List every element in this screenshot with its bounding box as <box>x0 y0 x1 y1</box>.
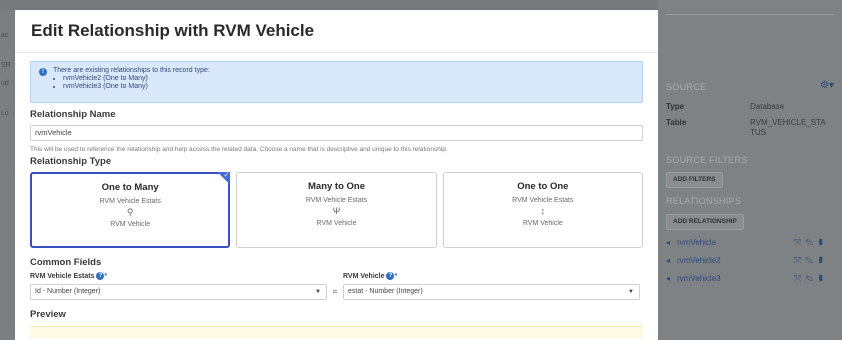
card-source-entity: RVM Vehicle Estats <box>512 197 574 204</box>
relationship-link[interactable]: ◂ rvmVehicle2 <box>666 256 721 265</box>
type-value: Database <box>750 102 785 111</box>
chevron-down-icon: ▼ <box>315 289 321 295</box>
required-star: * <box>394 273 398 280</box>
edit-relationship-modal: Edit Relationship with RVM Vehicle ! The… <box>15 10 658 340</box>
common-fields-label: Common Fields <box>30 257 102 268</box>
add-relationship-button[interactable]: ADD RELATIONSHIP <box>666 214 744 230</box>
left-strip-text: Lo <box>1 110 9 117</box>
required-star: * <box>104 273 108 280</box>
left-strip-text: ud <box>1 80 9 87</box>
relationship-actions[interactable]: ⤧✎▮ <box>794 273 828 284</box>
info-alert: ! There are existing relationships to th… <box>30 61 643 103</box>
data-source-panel: SOURCE ⚙▾ Type Database Table RVM_VEHICL… <box>658 0 842 340</box>
relationship-type-label: Relationship Type <box>30 156 112 167</box>
relationship-arrow-icon: ◂ <box>666 256 671 265</box>
alert-list: rvmVehicle2 (One to Many) rvmVehicle3 (O… <box>63 75 634 91</box>
relationship-name-label: Relationship Name <box>30 109 116 120</box>
card-title: One to Many <box>101 182 159 193</box>
left-field-select[interactable]: Id - Number (Integer) ▼ <box>30 284 327 300</box>
relationships-heading: RELATIONSHIPS <box>666 196 742 206</box>
source-filters-heading: SOURCE FILTERS <box>666 155 748 165</box>
relationship-name-input[interactable]: rvmVehicle <box>30 125 643 141</box>
relationship-type-card-one-to-many[interactable]: ✓ One to Many RVM Vehicle Estats ⚲ RVM V… <box>30 172 231 248</box>
preview-box <box>30 326 643 338</box>
card-title: Many to One <box>308 181 366 192</box>
right-field-select[interactable]: estat - Number (Integer) ▼ <box>343 284 640 300</box>
table-key: Table <box>666 118 687 127</box>
left-field-label: RVM Vehicle Estats ? * <box>30 272 108 280</box>
add-filters-button[interactable]: ADD FILTERS <box>666 172 723 188</box>
one-to-one-icon: ↕ <box>540 206 546 216</box>
relationship-arrow-icon: ◂ <box>666 274 671 283</box>
card-target-entity: RVM Vehicle <box>522 220 563 227</box>
card-source-entity: RVM Vehicle Estats <box>99 198 161 205</box>
alert-list-item: rvmVehicle2 (One to Many) <box>63 75 634 83</box>
preview-label: Preview <box>30 309 66 320</box>
source-heading: SOURCE <box>666 82 707 92</box>
relationship-type-card-one-to-one[interactable]: One to One RVM Vehicle Estats ↕ RVM Vehi… <box>442 172 643 248</box>
many-to-one-icon: Ψ <box>332 206 341 216</box>
equals-sign: = <box>332 287 338 296</box>
alert-list-item: rvmVehicle3 (One to Many) <box>63 83 634 91</box>
equals-column: = <box>327 272 343 300</box>
right-field-column: RVM Vehicle ? * estat - Number (Integer) … <box>343 272 640 300</box>
relationship-type-card-many-to-one[interactable]: Many to One RVM Vehicle Estats Ψ RVM Veh… <box>236 172 437 248</box>
left-strip: ac SR ud Lo <box>0 10 14 340</box>
relationship-actions[interactable]: ⤧✎▮ <box>794 237 828 248</box>
card-source-entity: RVM Vehicle Estats <box>305 197 368 204</box>
gear-icon[interactable]: ⚙▾ <box>820 80 834 91</box>
info-icon: ! <box>39 68 47 76</box>
alert-message: There are existing relationships to this… <box>53 67 210 74</box>
right-field-label: RVM Vehicle ? * <box>343 272 398 280</box>
one-to-many-icon: ⚲ <box>126 207 134 217</box>
chevron-down-icon: ▼ <box>628 289 634 295</box>
relationship-actions[interactable]: ⤧✎▮ <box>794 255 828 266</box>
relationship-link[interactable]: ◂ rvmVehicle <box>666 238 716 247</box>
card-target-entity: RVM Vehicle <box>316 220 357 227</box>
modal-header: Edit Relationship with RVM Vehicle <box>15 10 658 53</box>
relationship-arrow-icon: ◂ <box>666 238 671 247</box>
modal-body: ! There are existing relationships to th… <box>15 61 658 338</box>
card-target-entity: RVM Vehicle <box>110 221 151 228</box>
panel-divider <box>666 14 834 15</box>
relationship-type-options: ✓ One to Many RVM Vehicle Estats ⚲ RVM V… <box>30 172 643 248</box>
modal-title: Edit Relationship with RVM Vehicle <box>31 21 315 40</box>
left-field-column: RVM Vehicle Estats ? * Id - Number (Integ… <box>30 272 327 300</box>
type-key: Type <box>666 102 685 111</box>
common-fields-row: RVM Vehicle Estats ? * Id - Number (Integ… <box>30 272 643 300</box>
card-title: One to One <box>517 181 569 192</box>
table-value: RVM_VEHICLE_STATUS <box>750 118 826 137</box>
relationship-name-help: This will be used to reference the relat… <box>30 146 448 153</box>
left-strip-text: ac <box>1 32 9 39</box>
left-strip-text: SR <box>1 62 11 69</box>
relationship-link[interactable]: ◂ rvmVehicle3 <box>666 274 721 283</box>
